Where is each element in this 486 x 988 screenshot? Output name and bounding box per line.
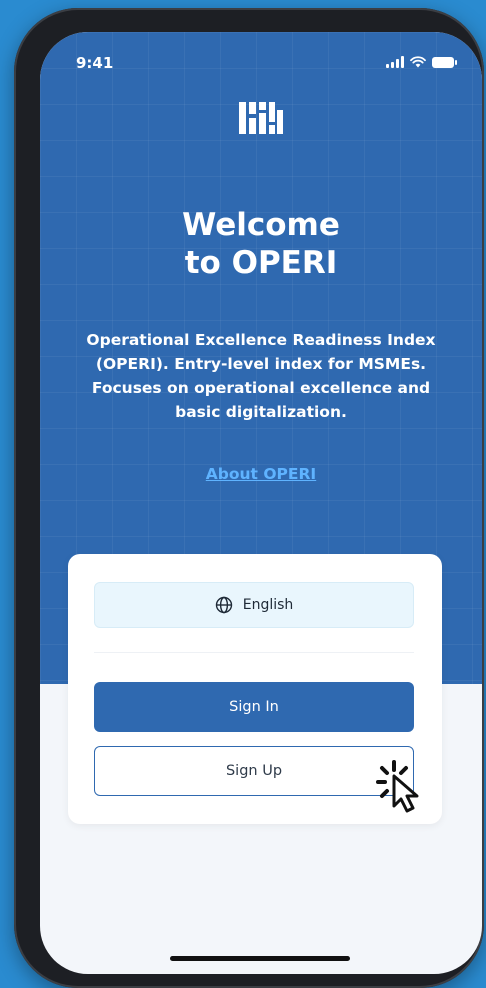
page-title: Welcome to OPERI [40,206,482,282]
title-line-1: Welcome [182,207,340,243]
title-line-2: to OPERI [184,245,338,281]
divider [94,652,414,653]
sign-in-button[interactable]: Sign In [94,682,414,732]
language-selector[interactable]: English [94,582,414,628]
status-icons [386,56,457,68]
phone-frame: 9:41 Welcome to OPERI Operational Excell… [14,8,484,988]
about-operi-link[interactable]: About OPERI [40,465,482,483]
language-label: English [242,597,294,613]
pointer-cursor-icon [376,760,419,813]
app-screen: 9:41 Welcome to OPERI Operational Excell… [40,32,482,974]
signal-icon [386,56,404,68]
intro-description: Operational Excellence Readiness Index (… [86,331,436,421]
wifi-icon [410,56,426,68]
status-time: 9:41 [76,54,114,72]
battery-icon [432,56,457,68]
app-logo [239,102,283,134]
home-indicator [170,956,350,961]
status-bar: 9:41 [40,32,482,82]
globe-icon [215,596,232,614]
sign-up-button[interactable]: Sign Up [94,746,414,796]
